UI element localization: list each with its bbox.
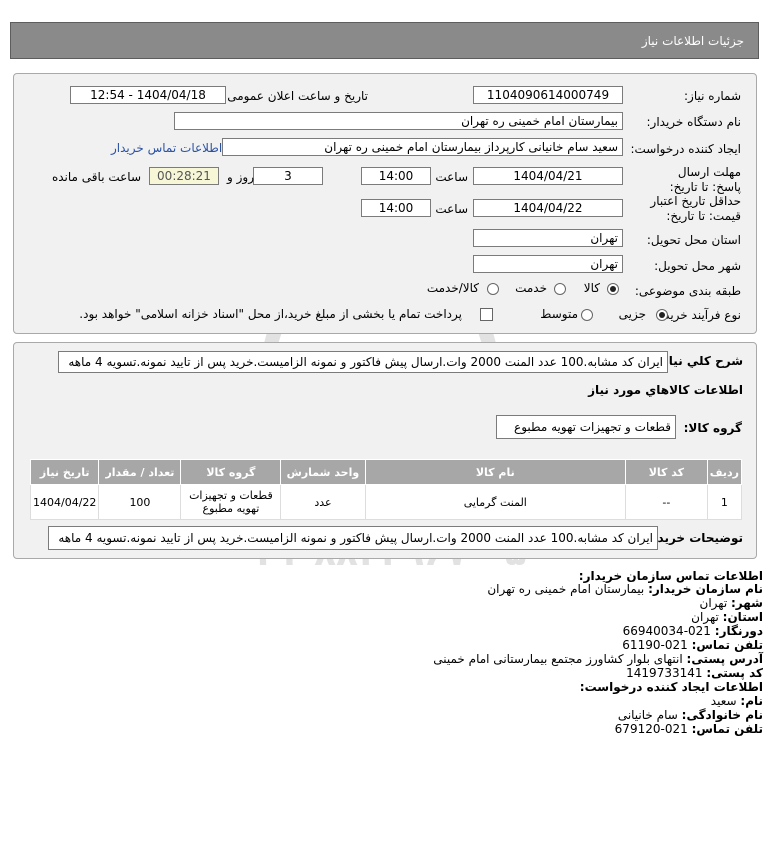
goods-info-title: اطلاعات کالاهاي مورد نياز <box>588 383 743 397</box>
col-group: گروه کالا <box>180 459 282 485</box>
buyer-org-field[interactable]: بیمارستان امام خمینی ره تهران <box>174 112 623 130</box>
treasury-payment-checkbox[interactable] <box>480 308 493 321</box>
process-medium-radio[interactable] <box>581 309 593 321</box>
deadline-label: مهلت ارسال پاسخ: تا تاریخ: <box>669 165 741 194</box>
city-label: شهر محل تحویل: <box>654 259 741 273</box>
creator-line-name: نام: سعید <box>710 694 763 708</box>
remaining-field: 00:28:21 <box>149 167 219 185</box>
process-minor-radio[interactable] <box>656 309 668 321</box>
contact-line-fax: دورنگار: 021-66940034 <box>622 624 763 638</box>
col-code: کد کالا <box>624 459 708 485</box>
cell-qty: 100 <box>98 484 182 520</box>
process-label: نوع فرآیند خرید : <box>656 308 741 322</box>
contact-line-province: استان: تهران <box>691 610 763 624</box>
contact-line-city: شهر: تهران <box>699 596 763 610</box>
cell-code: -- <box>624 484 708 520</box>
page-header: جزئیات اطلاعات نیاز <box>10 22 759 59</box>
category-both-label: کالا/خدمت <box>426 281 479 295</box>
validity-label: حداقل تاریخ اعتبار قیمت: تا تاریخ: <box>650 194 741 223</box>
validity-time-label: ساعت <box>435 202 468 216</box>
need-info-panel: شماره نیاز: 1104090614000749 تاریخ و ساع… <box>13 73 757 334</box>
days-field[interactable]: 3 <box>253 167 323 185</box>
deadline-time-label: ساعت <box>435 170 468 184</box>
category-service-label: خدمت <box>515 281 547 295</box>
contact-line-phone: تلفن تماس: 021-61190 <box>622 638 763 652</box>
cell-group: قطعات و تجهیزات تهویه مطبوع <box>180 484 282 520</box>
col-date: تاریخ نیاز <box>29 459 100 485</box>
validity-date-field[interactable]: 1404/04/22 <box>473 199 623 217</box>
deadline-date-field[interactable]: 1404/04/21 <box>473 167 623 185</box>
city-field[interactable]: تهران <box>473 255 623 273</box>
buyer-org-label: نام دستگاه خریدار: <box>646 115 742 129</box>
contact-line-postal: کد پستی: 1419733141 <box>626 666 763 680</box>
page-title: جزئیات اطلاعات نیاز <box>641 34 744 48</box>
creator-line-phone: تلفن تماس: 021-679120 <box>614 722 763 736</box>
creator-line-family: نام خانوادگی: سام خانیانی <box>617 708 763 722</box>
summary-label: شرح کلي نياز: <box>657 354 743 368</box>
contact-line-address: آدرس پستی: انتهای بلوار کشاورز مجتمع بیم… <box>433 652 763 666</box>
days-label: روز و <box>227 170 254 184</box>
goods-table-header: ردیف کد کالا نام کالا واحد شمارش گروه کا… <box>29 459 743 485</box>
category-both-radio[interactable] <box>487 283 499 295</box>
creator-field[interactable]: سعید سام خانیانی کارپرداز بیمارستان امام… <box>222 138 623 156</box>
deadline-time-field[interactable]: 14:00 <box>361 167 431 185</box>
summary-field[interactable]: ایران کد مشابه.100 عدد المنت 2000 وات.ار… <box>58 351 668 373</box>
payment-note: پرداخت تمام یا بخشی از مبلغ خرید،از محل … <box>79 307 462 321</box>
need-number-field[interactable]: 1104090614000749 <box>473 86 623 104</box>
col-row: ردیف <box>706 459 743 485</box>
buyer-notes-field[interactable]: ایران کد مشابه.100 عدد المنت 2000 وات.ار… <box>48 526 658 550</box>
cell-unit: عدد <box>280 484 366 520</box>
remaining-label: ساعت باقی مانده <box>51 170 141 184</box>
goods-table: ردیف کد کالا نام کالا واحد شمارش گروه کا… <box>29 459 743 520</box>
category-service-radio[interactable] <box>554 283 566 295</box>
province-field[interactable]: تهران <box>473 229 623 247</box>
need-details-panel: شرح کلي نياز: ایران کد مشابه.100 عدد الم… <box>13 342 757 559</box>
process-minor-label: جزیی <box>618 307 646 321</box>
contact-title: اطلاعات تماس سازمان خریدار: <box>578 569 763 583</box>
col-unit: واحد شمارش <box>280 459 366 485</box>
announce-field[interactable]: 1404/04/18 - 12:54 <box>70 86 226 104</box>
cell-name: المنت گرمایی <box>364 484 626 520</box>
creator-label: ایجاد کننده درخواست: <box>630 142 741 156</box>
cell-row: 1 <box>706 484 743 520</box>
contact-line-org: نام سازمان خریدار: بیمارستان امام خمینی … <box>487 582 763 596</box>
col-name: نام کالا <box>364 459 626 485</box>
province-label: استان محل تحویل: <box>646 233 741 247</box>
creator-title: اطلاعات ایجاد کننده درخواست: <box>579 680 763 694</box>
validity-time-field[interactable]: 14:00 <box>361 199 431 217</box>
cell-date: 1404/04/22 <box>29 484 100 520</box>
category-label: طبقه بندی موضوعی: <box>634 284 741 298</box>
announce-label: تاریخ و ساعت اعلان عمومی: <box>223 89 368 103</box>
need-number-label: شماره نیاز: <box>684 89 741 103</box>
goods-group-label: گروه کالا: <box>683 421 742 435</box>
category-goods-radio[interactable] <box>607 283 619 295</box>
col-qty: تعداد / مقدار <box>98 459 182 485</box>
process-medium-label: متوسط <box>540 307 578 321</box>
goods-group-field: قطعات و تجهیزات تهویه مطبوع <box>496 415 676 439</box>
table-row[interactable]: 1 -- المنت گرمایی عدد قطعات و تجهیزات ته… <box>29 484 743 520</box>
buyer-contact-link[interactable]: اطلاعات تماس خریدار <box>111 141 222 155</box>
category-goods-label: کالا <box>583 281 600 295</box>
